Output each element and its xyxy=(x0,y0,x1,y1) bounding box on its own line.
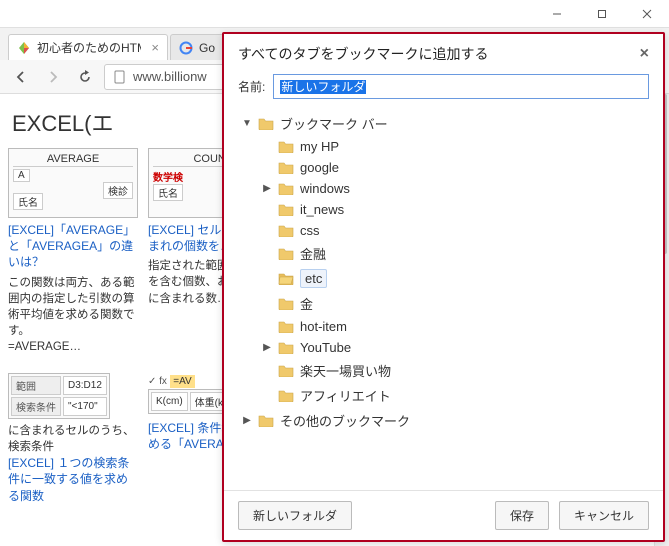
window-maximize-button[interactable] xyxy=(579,0,624,28)
bookmark-all-dialog: すべてのタブをブックマークに追加する × 名前: 新しいフォルダ ▼ ブックマー… xyxy=(222,32,665,542)
address-text: www.billionw xyxy=(133,69,207,84)
collapse-icon[interactable]: ▼ xyxy=(242,118,252,129)
back-button[interactable] xyxy=(8,64,34,90)
tab-title: 初心者のためのHTM xyxy=(37,39,141,56)
tree-label: その他のブックマーク xyxy=(280,411,410,430)
article-card: AVERAGE A 検診 氏名 [EXCEL]「AVERAGE」と「AVERAG… xyxy=(8,148,138,355)
article-link[interactable]: [EXCEL] １つの検索条件に一致する値を求める関数 xyxy=(8,455,138,504)
name-label: 名前: xyxy=(238,78,265,95)
folder-icon xyxy=(278,320,294,333)
article-link[interactable]: [EXCEL]「AVERAGE」と「AVERAGEA」の違いは？ xyxy=(8,222,138,271)
folder-name-input[interactable]: 新しいフォルダ xyxy=(273,74,649,99)
tree-node[interactable]: my HP xyxy=(262,136,649,157)
tree-label: it_news xyxy=(300,202,344,217)
tree-node[interactable]: google xyxy=(262,157,649,178)
browser-tab-1[interactable]: Go xyxy=(170,34,224,60)
save-button[interactable]: 保存 xyxy=(495,501,549,530)
reload-button[interactable] xyxy=(72,64,98,90)
thumbnail: AVERAGE A 検診 氏名 xyxy=(8,148,138,218)
new-folder-button[interactable]: 新しいフォルダ xyxy=(238,501,352,530)
folder-icon xyxy=(278,224,294,237)
dialog-close-button[interactable]: × xyxy=(640,45,649,63)
tree-label: css xyxy=(300,223,320,238)
tree-label: 金融 xyxy=(300,244,326,263)
folder-icon xyxy=(258,117,274,130)
dialog-button-row: 新しいフォルダ 保存 キャンセル xyxy=(224,490,663,540)
tree-node[interactable]: etc xyxy=(262,266,649,291)
cancel-button[interactable]: キャンセル xyxy=(559,501,649,530)
folder-icon xyxy=(278,389,294,402)
tree-node[interactable]: 楽天一場買い物 xyxy=(262,358,649,383)
tree-label: 金 xyxy=(300,294,313,313)
article-card: 範囲D3:D12 検索条件"<170" に含まれるセルのうち、検索条件 [EXC… xyxy=(8,373,138,508)
expand-icon[interactable]: ▶ xyxy=(242,415,252,426)
tree-label: google xyxy=(300,160,339,175)
forward-button[interactable] xyxy=(40,64,66,90)
browser-tab-0[interactable]: 初心者のためのHTM × xyxy=(8,34,168,60)
tree-node[interactable]: ▶ YouTube xyxy=(262,337,649,358)
expand-icon[interactable]: ▶ xyxy=(262,342,272,353)
folder-icon xyxy=(278,364,294,377)
tree-node[interactable]: 金 xyxy=(262,291,649,316)
folder-icon xyxy=(258,414,274,427)
tree-node[interactable]: css xyxy=(262,220,649,241)
tree-node-bookmark-bar[interactable]: ▼ ブックマーク バー xyxy=(242,111,649,136)
tree-label: ブックマーク バー xyxy=(280,114,388,133)
tree-label: アフィリエイト xyxy=(300,386,391,405)
folder-icon xyxy=(278,272,294,285)
tree-node-other-bookmarks[interactable]: ▶ その他のブックマーク xyxy=(242,408,649,433)
window-titlebar xyxy=(0,0,669,28)
thumbnail: 範囲D3:D12 検索条件"<170" xyxy=(8,373,110,419)
window-minimize-button[interactable] xyxy=(534,0,579,28)
folder-icon xyxy=(278,140,294,153)
tab-title: Go xyxy=(199,41,215,55)
page-icon xyxy=(113,70,127,84)
tree-label: etc xyxy=(300,269,327,288)
folder-icon xyxy=(278,341,294,354)
window-close-button[interactable] xyxy=(624,0,669,28)
folder-icon xyxy=(278,161,294,174)
dialog-title: すべてのタブをブックマークに追加する xyxy=(238,44,488,64)
site-icon xyxy=(17,41,31,55)
tree-node[interactable]: ▶ windows xyxy=(262,178,649,199)
tree-label: 楽天一場買い物 xyxy=(300,361,391,380)
folder-icon xyxy=(278,297,294,310)
folder-icon xyxy=(278,203,294,216)
tree-label: my HP xyxy=(300,139,339,154)
tree-node[interactable]: アフィリエイト xyxy=(262,383,649,408)
tree-node[interactable]: 金融 xyxy=(262,241,649,266)
tree-label: hot-item xyxy=(300,319,347,334)
expand-icon[interactable]: ▶ xyxy=(262,183,272,194)
folder-icon xyxy=(278,247,294,260)
tree-node[interactable]: it_news xyxy=(262,199,649,220)
google-icon xyxy=(179,41,193,55)
tree-label: YouTube xyxy=(300,340,351,355)
folder-icon xyxy=(278,182,294,195)
article-desc: この関数は両方、ある範囲内の指定した引数の算術平均値を求める関数です。 xyxy=(8,275,138,339)
tree-node[interactable]: hot-item xyxy=(262,316,649,337)
folder-tree[interactable]: ▼ ブックマーク バー my HP google ▶ windows it_newscs… xyxy=(224,107,663,490)
tab-close-icon[interactable]: × xyxy=(151,40,159,55)
tree-label: windows xyxy=(300,181,350,196)
